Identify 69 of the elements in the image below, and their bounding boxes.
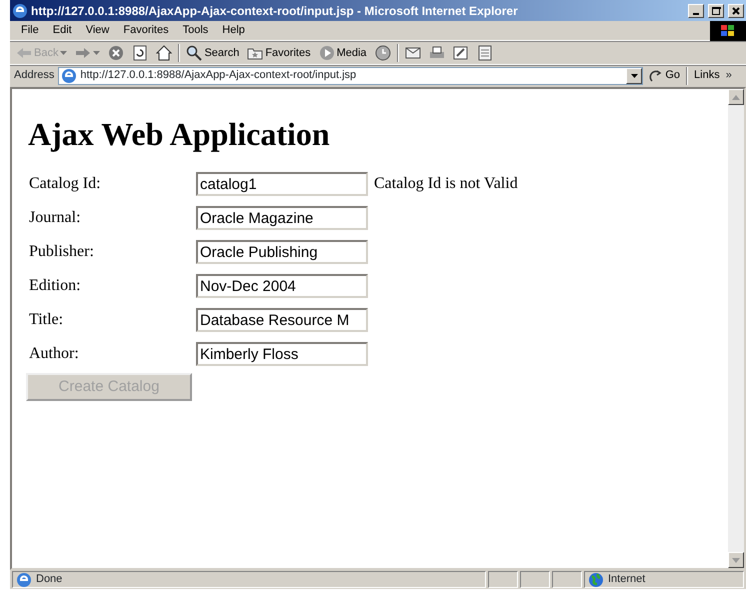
links-button[interactable]: Links xyxy=(692,67,722,84)
minimize-button[interactable] xyxy=(688,4,704,18)
stop-icon xyxy=(108,45,124,61)
maximize-button[interactable] xyxy=(708,4,724,18)
text-field[interactable]: Kimberly Floss xyxy=(196,342,368,366)
caret-icon xyxy=(60,51,68,55)
refresh-icon xyxy=(132,45,148,61)
go-arrow-icon xyxy=(649,68,664,82)
forward-arrow-icon xyxy=(75,45,92,61)
up-arrow-icon xyxy=(732,94,740,100)
go-button[interactable]: Go xyxy=(647,67,682,84)
menu-item[interactable]: File xyxy=(14,22,46,39)
menu-item[interactable]: View xyxy=(78,22,116,39)
caret-icon xyxy=(93,51,100,55)
menu-item[interactable]: Help xyxy=(215,22,252,39)
search-button[interactable]: Search xyxy=(184,44,242,62)
close-icon xyxy=(731,6,741,16)
favorites-button[interactable]: Favorites xyxy=(245,44,313,62)
browser-icon xyxy=(12,3,28,20)
minimize-icon xyxy=(693,12,699,14)
globe-icon xyxy=(588,572,604,588)
mail-button[interactable] xyxy=(402,45,423,61)
scroll-up-button[interactable] xyxy=(728,89,744,105)
home-icon xyxy=(156,45,172,61)
status-pane xyxy=(520,571,550,588)
page-heading: Ajax Web Application xyxy=(28,115,331,154)
status-pane xyxy=(552,571,582,588)
forward-button[interactable] xyxy=(73,45,102,61)
search-icon xyxy=(186,45,202,61)
status-pane xyxy=(488,571,518,588)
text-field[interactable]: catalog1 xyxy=(196,172,368,196)
back-arrow-icon xyxy=(16,45,32,61)
menu-item[interactable]: Tools xyxy=(176,22,216,39)
history-icon xyxy=(374,45,391,61)
media-button[interactable]: Media xyxy=(316,44,369,62)
page-icon xyxy=(16,572,32,588)
field-label: Edition: xyxy=(28,276,82,296)
text-field[interactable]: Oracle Publishing xyxy=(196,240,368,264)
text-field[interactable]: Oracle Magazine xyxy=(196,206,368,230)
page-icon xyxy=(61,68,78,84)
dropdown-icon xyxy=(630,74,638,78)
printer-icon xyxy=(428,45,445,61)
text-field[interactable]: Database Resource M xyxy=(196,308,368,332)
edit-icon xyxy=(452,45,469,61)
field-label: Publisher: xyxy=(28,242,95,262)
more-button[interactable]: » xyxy=(726,67,732,84)
document-icon xyxy=(476,45,493,61)
media-icon xyxy=(318,45,335,61)
field-label: Author: xyxy=(28,344,80,364)
maximize-icon xyxy=(711,6,721,16)
history-button[interactable] xyxy=(372,45,393,61)
flag-icon xyxy=(721,24,735,36)
window-title: http://127.0.0.1:8988/AjaxApp-Ajax-context-root/input.jsp - Microsoft Internet Explorer xyxy=(31,2,518,20)
validation-message: Catalog Id is not Valid xyxy=(374,174,518,194)
scroll-down-button[interactable] xyxy=(728,552,744,568)
address-label: Address xyxy=(14,68,54,84)
close-button[interactable] xyxy=(728,4,744,18)
zone-text: Internet xyxy=(608,572,646,588)
text-field[interactable]: Nov-Dec 2004 xyxy=(196,274,368,298)
menu-item[interactable]: Favorites xyxy=(116,22,176,39)
field-label: Journal: xyxy=(28,208,82,228)
field-label: Title: xyxy=(28,310,64,330)
home-button[interactable] xyxy=(154,45,174,61)
field-label: Catalog Id: xyxy=(28,174,102,194)
menu-item[interactable]: Edit xyxy=(46,22,79,39)
address-field[interactable]: http://127.0.0.1:8988/AjaxApp-Ajax-context-root/input.jsp xyxy=(58,66,644,84)
mail-icon xyxy=(404,45,421,61)
down-arrow-icon xyxy=(732,558,740,562)
status-text: Done xyxy=(36,572,62,588)
